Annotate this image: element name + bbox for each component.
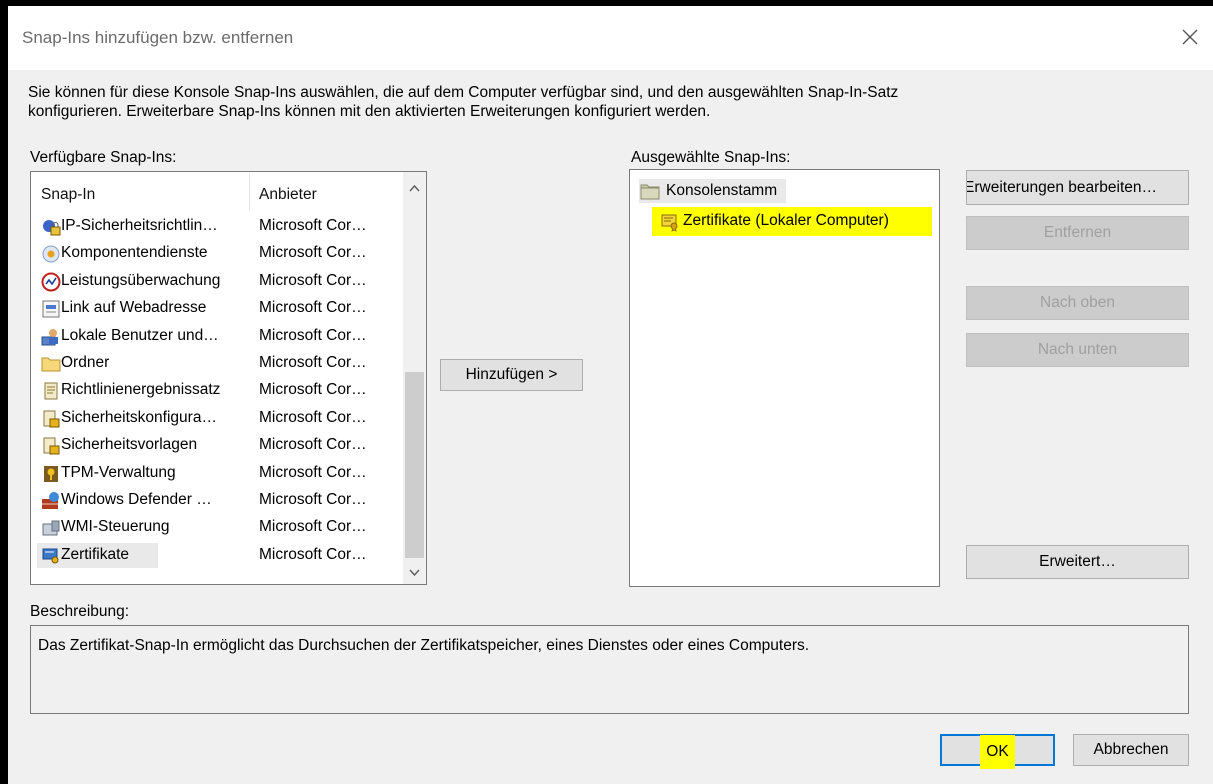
- wmi-icon: [42, 520, 60, 536]
- snapin-row[interactable]: IP-Sicherheitsrichtlin… Microsoft Cor…: [31, 213, 403, 240]
- snapin-row[interactable]: Lokale Benutzer und… Microsoft Cor…: [31, 323, 403, 350]
- snapin-provider: Microsoft Cor…: [259, 326, 367, 344]
- tree-root-label: Konsolenstamm: [666, 182, 778, 199]
- security-templates-icon: [43, 437, 60, 455]
- available-label: Verfügbare Snap-Ins:: [30, 149, 177, 166]
- move-up-button[interactable]: Nach oben: [966, 286, 1189, 320]
- snapin-name: Lokale Benutzer und…: [61, 326, 219, 344]
- tree-child-label: Zertifikate (Lokaler Computer): [683, 212, 889, 229]
- snapin-row[interactable]: Leistungsüberwachung Microsoft Cor…: [31, 268, 403, 295]
- dialog-title: Snap-Ins hinzufügen bzw. entfernen: [22, 28, 294, 47]
- snapin-name: Windows Defender …: [61, 491, 212, 508]
- snapin-row[interactable]: TPM-Verwaltung Microsoft Cor…: [31, 460, 403, 487]
- add-button-label: Hinzufügen >: [465, 366, 558, 383]
- certificate-icon: [661, 214, 678, 232]
- cancel-label: Abbrechen: [1093, 741, 1169, 758]
- intro-line-2: konfigurieren. Erweiterbare Snap-Ins kön…: [28, 103, 711, 120]
- snapin-name: TPM-Verwaltung: [61, 463, 176, 481]
- edit-extensions-button[interactable]: Erweiterungen bearbeiten…: [966, 170, 1189, 205]
- snapin-provider: Microsoft Cor…: [259, 381, 367, 399]
- list-scrollbar[interactable]: [403, 172, 426, 584]
- remove-button[interactable]: Entfernen: [966, 216, 1189, 250]
- snapin-row[interactable]: Sicherheitskonfigura… Microsoft Cor…: [31, 405, 403, 432]
- column-header-provider[interactable]: Anbieter: [259, 186, 317, 204]
- snapin-provider: Microsoft Cor…: [259, 436, 367, 454]
- column-divider[interactable]: [249, 174, 250, 210]
- snapin-row[interactable]: Link auf Webadresse Microsoft Cor…: [31, 295, 403, 322]
- description-box: Das Zertifikat-Snap-In ermöglicht das Du…: [30, 625, 1189, 714]
- cancel-button[interactable]: Abbrechen: [1073, 734, 1189, 766]
- advanced-button[interactable]: Erweitert…: [966, 545, 1189, 579]
- snapin-name: Komponentendienste: [61, 244, 208, 262]
- performance-monitor-icon: [41, 272, 61, 292]
- dialog-window: Snap-Ins hinzufügen bzw. entfernen Sie k…: [8, 6, 1213, 784]
- move-up-label: Nach oben: [1040, 294, 1115, 311]
- snapin-provider: Microsoft Cor…: [259, 217, 367, 234]
- snapin-name: Richtlinienergebnissatz: [61, 381, 221, 399]
- folder-icon: [41, 357, 61, 372]
- snapin-provider: Microsoft Cor…: [259, 354, 367, 371]
- snapin-provider: Microsoft Cor…: [259, 545, 367, 563]
- title-bar: Snap-Ins hinzufügen bzw. entfernen: [8, 6, 1213, 70]
- selected-label: Ausgewählte Snap-Ins:: [631, 149, 791, 166]
- scrollbar-thumb[interactable]: [405, 372, 424, 558]
- scroll-down-icon[interactable]: [406, 564, 423, 581]
- ok-label: OK: [980, 735, 1015, 769]
- snapin-name: WMI-Steuerung: [61, 518, 170, 536]
- snapin-name: Link auf Webadresse: [61, 299, 207, 317]
- description-label: Beschreibung:: [30, 603, 130, 620]
- intro-text: Sie können für diese Konsole Snap-Ins au…: [28, 83, 1128, 121]
- snapin-row[interactable]: Zertifikate Microsoft Cor…: [31, 542, 403, 569]
- snapin-name: Sicherheitskonfigura…: [61, 408, 217, 426]
- intro-line-1: Sie können für diese Konsole Snap-Ins au…: [28, 84, 899, 101]
- snapin-row[interactable]: Komponentendienste Microsoft Cor…: [31, 240, 403, 267]
- snapin-provider: Microsoft Cor…: [259, 244, 367, 262]
- column-header-snapin[interactable]: Snap-In: [41, 186, 95, 204]
- tree-root[interactable]: Konsolenstamm Konsolenstamm: [639, 179, 787, 203]
- snapin-name: IP-Sicherheitsrichtlin…: [61, 217, 218, 234]
- snapin-row[interactable]: Sicherheitsvorlagen Microsoft Cor…: [31, 432, 403, 459]
- list-header: Snap-In Anbieter: [31, 172, 403, 212]
- ok-button[interactable]: OK: [940, 734, 1055, 769]
- tpm-icon: [44, 465, 58, 482]
- snapin-name: Ordner: [61, 354, 110, 371]
- close-icon[interactable]: [1177, 24, 1203, 50]
- snapin-name: Zertifikate: [61, 545, 130, 563]
- component-services-icon: [42, 245, 60, 263]
- snapin-row[interactable]: Windows Defender … Microsoft Cor…: [31, 487, 403, 514]
- policy-result-icon: [44, 382, 58, 400]
- available-snapins-list[interactable]: Snap-In Anbieter IP-Sicherheitsrichtlin……: [30, 171, 427, 585]
- snapin-name: Leistungsüberwachung: [61, 271, 221, 289]
- scroll-up-icon[interactable]: [406, 180, 423, 197]
- add-button[interactable]: Hinzufügen >: [440, 359, 583, 391]
- tree-child-certificates[interactable]: Zertifikate (Lokaler Computer): [652, 207, 932, 236]
- ip-security-icon: [43, 220, 61, 236]
- snapin-provider: Microsoft Cor…: [259, 463, 367, 481]
- remove-label: Entfernen: [1043, 224, 1112, 241]
- snapin-row[interactable]: Richtlinienergebnissatz Microsoft Cor…: [31, 377, 403, 404]
- web-link-icon: [42, 300, 60, 318]
- edit-extensions-label: Erweiterungen bearbeiten…: [966, 179, 1158, 196]
- snapin-provider: Microsoft Cor…: [259, 299, 367, 317]
- snapin-provider: Microsoft Cor…: [259, 518, 367, 536]
- move-down-label: Nach unten: [1037, 341, 1118, 358]
- snapin-row[interactable]: WMI-Steuerung Microsoft Cor…: [31, 514, 403, 541]
- security-config-icon: [43, 410, 60, 428]
- local-users-icon: [41, 328, 58, 346]
- snapin-provider: Microsoft Cor…: [259, 491, 367, 508]
- snapin-name: Sicherheitsvorlagen: [61, 436, 198, 454]
- snapin-row[interactable]: Ordner Microsoft Cor…: [31, 350, 403, 377]
- move-down-button[interactable]: Nach unten: [966, 333, 1189, 367]
- advanced-label: Erweitert…: [1039, 553, 1116, 570]
- firewall-icon: [42, 492, 59, 509]
- selected-snapins-tree[interactable]: Konsolenstamm Konsolenstamm Zertifikate …: [629, 169, 940, 587]
- description-text: Das Zertifikat-Snap-In ermöglicht das Du…: [38, 637, 810, 654]
- snapin-provider: Microsoft Cor…: [259, 271, 367, 289]
- console-root-folder-icon: [640, 184, 660, 200]
- certificate-icon: [42, 548, 59, 564]
- snapin-provider: Microsoft Cor…: [259, 408, 367, 426]
